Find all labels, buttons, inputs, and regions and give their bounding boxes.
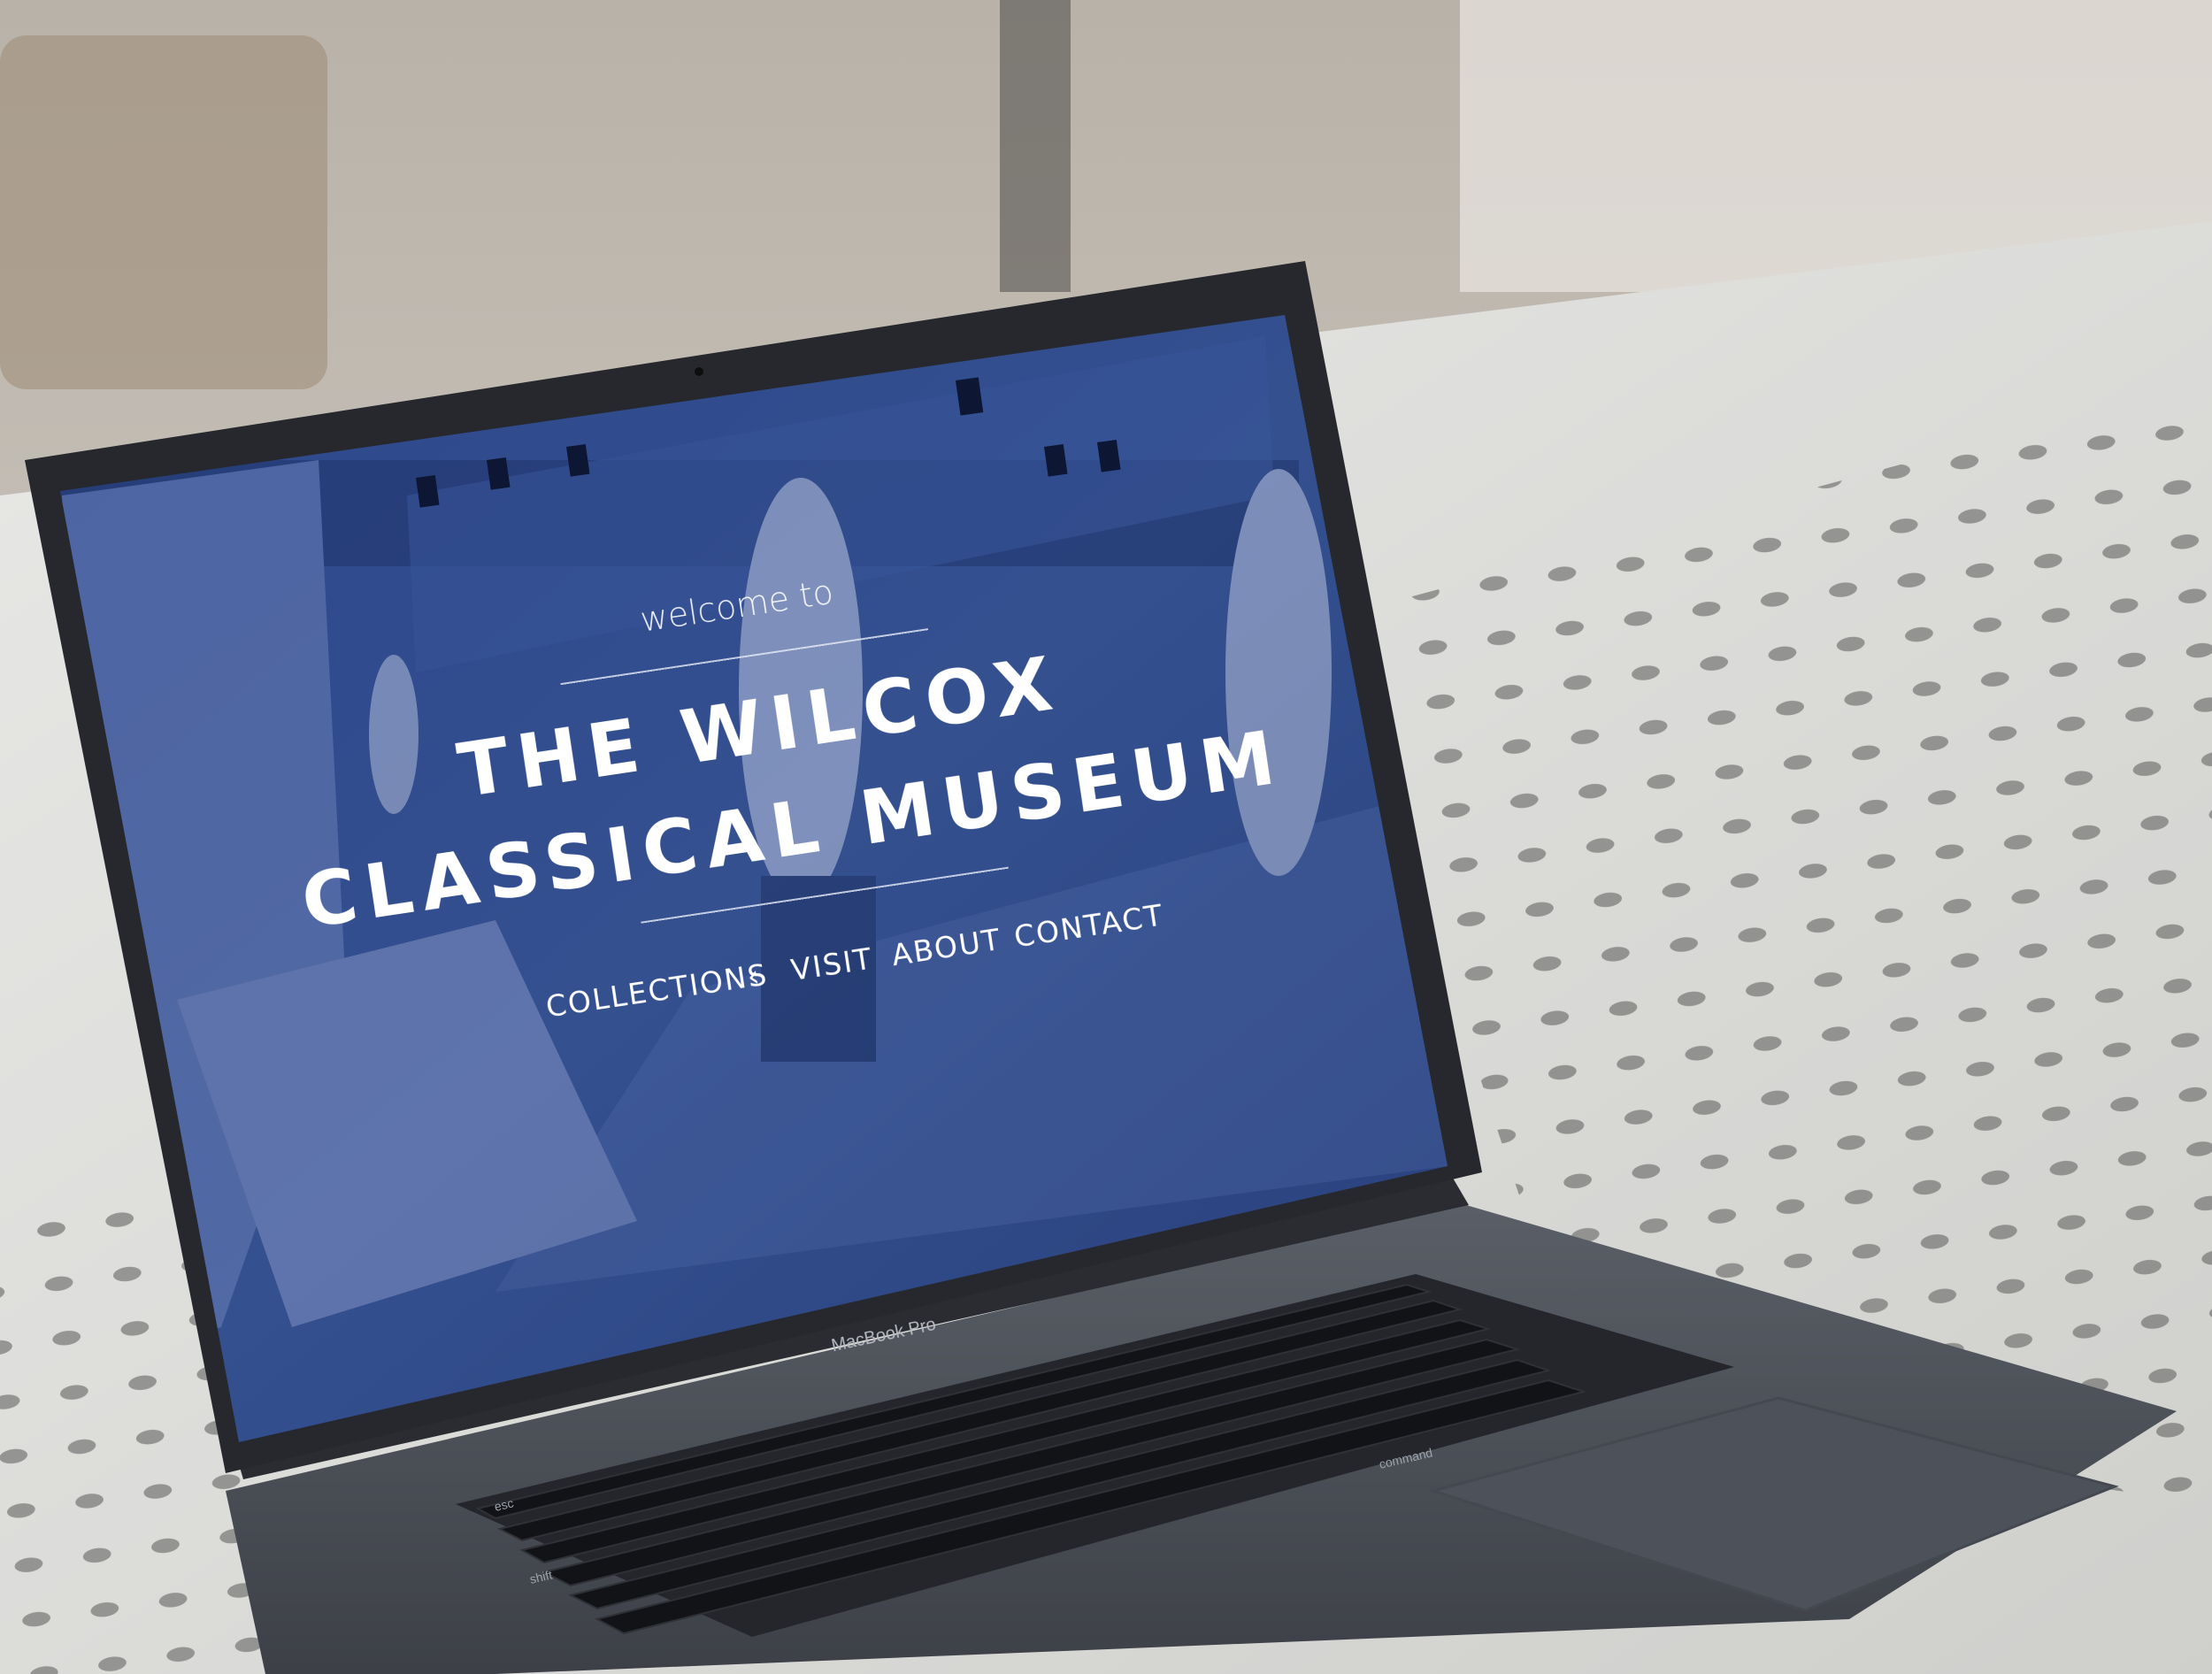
background-chair <box>0 35 327 389</box>
photo-scene: esc shift command welcome to THE WILCOX … <box>0 0 2212 1674</box>
statue-small <box>369 655 419 814</box>
background-post <box>1000 0 1071 292</box>
statue-right <box>1225 469 1332 876</box>
webcam <box>695 367 703 376</box>
